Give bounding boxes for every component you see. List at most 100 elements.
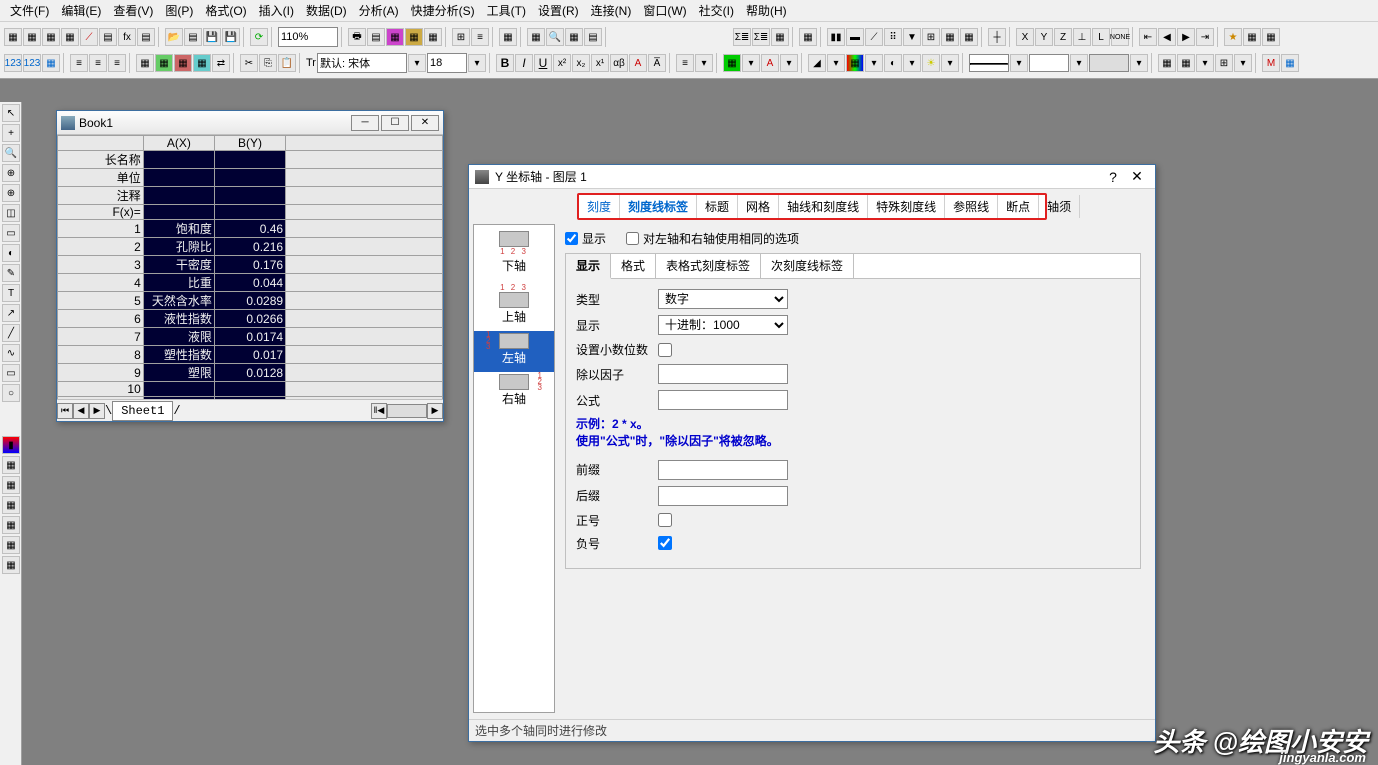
font-size-combo[interactable] <box>427 53 467 73</box>
prefix-input[interactable] <box>658 460 788 480</box>
set-label-icon[interactable]: L <box>1092 28 1110 46</box>
menu-edit[interactable]: 编辑(E) <box>55 0 107 21</box>
layer-arrange2-icon[interactable]: ▦ <box>1177 54 1195 72</box>
set-x-icon[interactable]: X <box>1016 28 1034 46</box>
text-icon[interactable]: T <box>2 284 20 302</box>
cell-b[interactable]: 0.46 <box>214 220 285 238</box>
dialog-close-button[interactable]: ✕ <box>1125 167 1149 187</box>
new-folder-icon[interactable]: ▦ <box>23 28 41 46</box>
menu-format[interactable]: 格式(O) <box>199 0 252 21</box>
fill-preview[interactable] <box>1089 54 1129 72</box>
column-plot-icon[interactable]: ▮▮ <box>827 28 845 46</box>
stats-col-icon[interactable]: Σ≣ <box>752 28 770 46</box>
wrap-icon[interactable]: ▦ <box>155 54 173 72</box>
palette-icon[interactable]: ▦ <box>846 54 864 72</box>
object-fill-icon[interactable]: ◢ <box>808 54 826 72</box>
tab-special-ticks[interactable]: 特殊刻度线 <box>868 195 945 218</box>
new-workbook-icon[interactable]: ▦ <box>42 28 60 46</box>
row-text-icon[interactable]: ▦ <box>42 54 60 72</box>
set-none-icon[interactable]: NONE <box>1111 28 1129 46</box>
col-header-a[interactable]: A(X) <box>143 136 214 151</box>
scroll-right[interactable]: ▶ <box>427 403 443 419</box>
type-select[interactable]: 数字 <box>658 289 788 309</box>
menu-tools[interactable]: 工具(T) <box>481 0 532 21</box>
curve-icon[interactable]: ∿ <box>2 344 20 362</box>
menu-gadgets[interactable]: 快捷分析(S) <box>405 0 481 21</box>
menu-window[interactable]: 窗口(W) <box>637 0 692 21</box>
tool-d-icon[interactable]: ▦ <box>2 516 20 534</box>
row-date-icon[interactable]: 123 <box>23 54 41 72</box>
tab-scale[interactable]: 刻度 <box>579 195 620 218</box>
data-reader-icon[interactable]: ⊕ <box>2 164 20 182</box>
row-fx[interactable]: F(x)= <box>58 205 144 220</box>
tab-breaks[interactable]: 断点 <box>998 195 1039 218</box>
align-center-icon[interactable]: ≡ <box>89 54 107 72</box>
sup2-icon[interactable]: x¹ <box>591 54 609 72</box>
import-wizard-icon[interactable]: ▦ <box>386 28 404 46</box>
col-header-b[interactable]: B(Y) <box>214 136 285 151</box>
line-style-dd-icon[interactable]: ▾ <box>695 54 713 72</box>
zoom-out-icon[interactable]: 🔍 <box>2 144 20 162</box>
line-dd-icon[interactable]: ▾ <box>1010 54 1028 72</box>
merge-icon[interactable]: ▦ <box>136 54 154 72</box>
formula-input[interactable] <box>658 390 788 410</box>
palette-dd-icon[interactable]: ▾ <box>865 54 883 72</box>
magnifier-icon[interactable]: 🔍 <box>546 28 564 46</box>
cut-icon[interactable]: ✂ <box>240 54 258 72</box>
tab-reference-lines[interactable]: 参照线 <box>945 195 998 218</box>
query-icon[interactable]: ▦ <box>565 28 583 46</box>
font-combo[interactable] <box>317 53 407 73</box>
print-icon[interactable]: 🖶 <box>348 28 366 46</box>
rect-icon[interactable]: ▭ <box>2 364 20 382</box>
tab-tick-labels[interactable]: 刻度线标签 <box>620 195 697 218</box>
tool-e-icon[interactable]: ▦ <box>2 536 20 554</box>
cell-b[interactable]: 0.0289 <box>214 292 285 310</box>
filter-icon[interactable]: ▼ <box>903 28 921 46</box>
set-z-icon[interactable]: Z <box>1054 28 1072 46</box>
menu-graph[interactable]: 图(P) <box>159 0 199 21</box>
new-matrix-icon[interactable]: ▦ <box>61 28 79 46</box>
paste-icon[interactable]: 📋 <box>278 54 296 72</box>
pivot-icon[interactable]: ⊞ <box>922 28 940 46</box>
axis-item-top[interactable]: 1 2 3 上轴 <box>474 280 554 331</box>
display-select[interactable]: 十进制：1000 <box>658 315 788 335</box>
tool-a-icon[interactable]: ▦ <box>2 456 20 474</box>
menu-insert[interactable]: 插入(I) <box>253 0 300 21</box>
menu-help[interactable]: 帮助(H) <box>740 0 793 21</box>
new-layout-icon[interactable]: ▤ <box>99 28 117 46</box>
row-index[interactable]: 4 <box>58 274 144 292</box>
width-preview[interactable] <box>1029 54 1069 72</box>
align-left-icon[interactable]: ≡ <box>70 54 88 72</box>
scroll-left[interactable]: ‖◀ <box>371 403 387 419</box>
script-icon[interactable]: ▤ <box>584 28 602 46</box>
minus-checkbox[interactable] <box>658 536 672 550</box>
subtab-table[interactable]: 表格式刻度标签 <box>656 254 761 278</box>
font-bg-icon[interactable]: A <box>761 54 779 72</box>
minimize-button[interactable]: ─ <box>351 115 379 131</box>
mask-icon[interactable]: M <box>1262 54 1280 72</box>
cell-a[interactable]: 孔隙比 <box>143 238 214 256</box>
layer-new-dd-icon[interactable]: ▾ <box>1234 54 1252 72</box>
subtab-minor[interactable]: 次刻度线标签 <box>761 254 854 278</box>
row-number-icon[interactable]: 123 <box>4 54 22 72</box>
row-index[interactable]: 3 <box>58 256 144 274</box>
new-notes-icon[interactable]: ▤ <box>137 28 155 46</box>
tool-f-icon[interactable]: ▦ <box>2 556 20 574</box>
layer-extract-icon[interactable]: ▾ <box>1196 54 1214 72</box>
layer-new-icon[interactable]: ⊞ <box>1215 54 1233 72</box>
cell-b[interactable]: 0.176 <box>214 256 285 274</box>
fill-icon[interactable]: ▦ <box>174 54 192 72</box>
bold-icon[interactable]: B <box>496 54 514 72</box>
suffix-input[interactable] <box>658 486 788 506</box>
open-template-icon[interactable]: ▤ <box>184 28 202 46</box>
cell-b[interactable]: 0.0174 <box>214 328 285 346</box>
print-preview-icon[interactable]: ▤ <box>367 28 385 46</box>
row-index[interactable]: 10 <box>58 382 144 397</box>
font-bg-dd-icon[interactable]: ▾ <box>780 54 798 72</box>
open-icon[interactable]: 📂 <box>165 28 183 46</box>
light-icon[interactable]: ☀ <box>922 54 940 72</box>
fill-dd-icon[interactable]: ▾ <box>742 54 760 72</box>
sheet-nav-first[interactable]: ⏮ <box>57 403 73 419</box>
new-graph-icon[interactable]: ⟋ <box>80 28 98 46</box>
move-right-icon[interactable]: ▶ <box>1177 28 1195 46</box>
